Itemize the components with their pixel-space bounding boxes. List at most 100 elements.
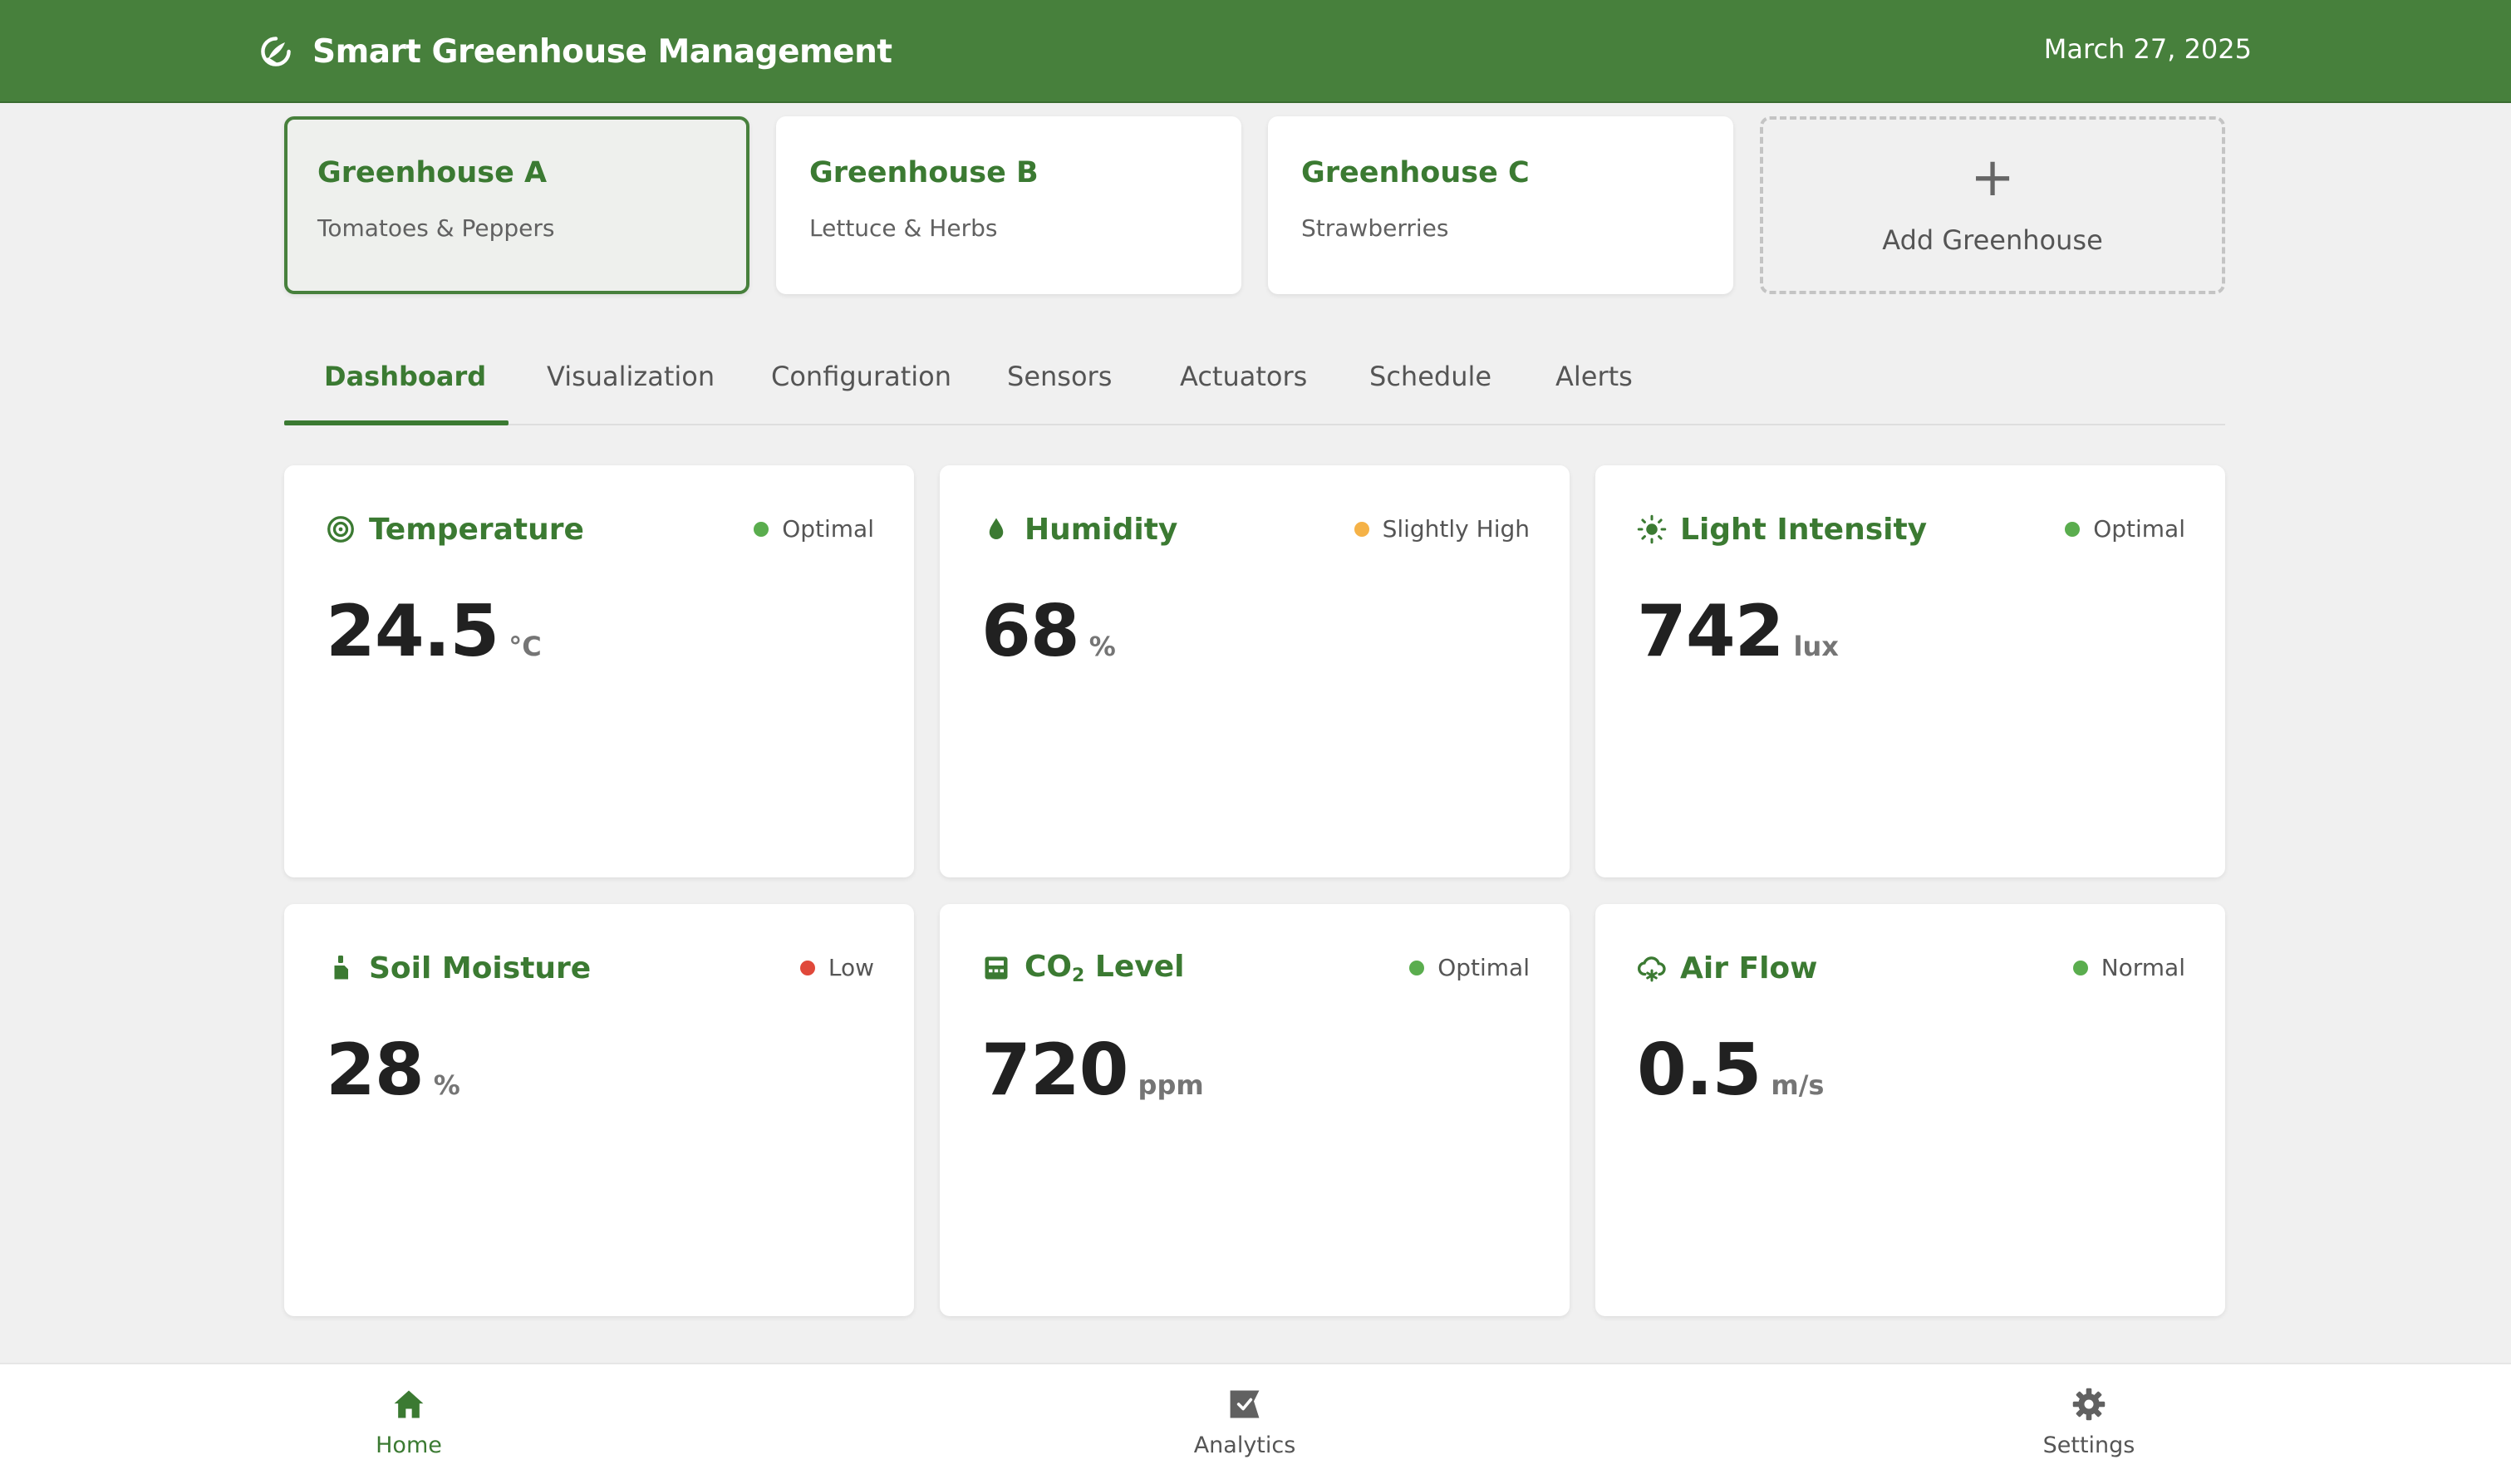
status-badge: Optimal: [754, 515, 874, 543]
tab-alerts[interactable]: Alerts: [1555, 361, 1633, 424]
greenhouse-selector: Greenhouse A Tomatoes & Peppers Greenhou…: [284, 116, 2225, 294]
greenhouse-card-a[interactable]: Greenhouse A Tomatoes & Peppers: [284, 116, 749, 294]
plus-icon: +: [1970, 147, 2015, 209]
metric-value: 742: [1637, 590, 1785, 673]
tab-actuators[interactable]: Actuators: [1180, 361, 1307, 424]
metric-reading: 720 ppm: [981, 1029, 1204, 1112]
title-rest: Level: [1084, 950, 1185, 984]
metric-unit: %: [1088, 631, 1116, 662]
greenhouse-card-c[interactable]: Greenhouse C Strawberries: [1268, 116, 1733, 294]
status-badge: Optimal: [2065, 515, 2185, 543]
greenhouse-name: Greenhouse C: [1301, 156, 1530, 189]
add-greenhouse-button[interactable]: + Add Greenhouse: [1760, 116, 2225, 294]
tab-sensors[interactable]: Sensors: [1007, 361, 1112, 424]
status-text: Optimal: [1437, 954, 1530, 981]
home-icon: [394, 1390, 424, 1418]
nav-label: Settings: [2042, 1432, 2135, 1458]
status-text: Optimal: [2093, 515, 2185, 543]
metric-card-soil-moisture[interactable]: Soil Moisture Low 28 %: [284, 904, 914, 1316]
nav-label: Analytics: [1193, 1432, 1296, 1458]
app-header: Smart Greenhouse Management March 27, 20…: [0, 0, 2511, 103]
metric-title: Temperature: [369, 512, 584, 547]
status-dot-icon: [1354, 521, 1369, 537]
greenhouse-crop: Strawberries: [1301, 214, 1449, 242]
tab-dashboard[interactable]: Dashboard: [324, 361, 486, 424]
status-badge: Optimal: [1409, 954, 1530, 981]
active-tab-indicator: [284, 420, 509, 425]
status-dot-icon: [799, 960, 815, 975]
greenhouse-name: Greenhouse B: [809, 156, 1039, 189]
metric-value: 0.5: [1637, 1029, 1762, 1112]
metric-title: Soil Moisture: [369, 951, 592, 985]
metric-unit: °C: [509, 631, 542, 662]
greenhouse-card-b[interactable]: Greenhouse B Lettuce & Herbs: [776, 116, 1241, 294]
nav-home[interactable]: Home: [317, 1386, 500, 1469]
status-dot-icon: [2065, 521, 2081, 537]
greenhouse-leaf-icon: [261, 37, 291, 66]
metric-card-humidity[interactable]: Humidity Slightly High 68 %: [940, 465, 1570, 877]
sun-icon: [1637, 514, 1667, 544]
metric-value: 24.5: [326, 590, 499, 673]
metric-unit: ppm: [1138, 1069, 1204, 1101]
metric-title: Light Intensity: [1680, 512, 1928, 547]
nav-settings[interactable]: Settings: [1997, 1386, 2180, 1469]
metric-value: 720: [981, 1029, 1129, 1112]
nav-analytics[interactable]: Analytics: [1153, 1386, 1336, 1469]
tab-configuration[interactable]: Configuration: [771, 361, 951, 424]
metric-card-air-flow[interactable]: Air Flow Normal 0.5 m/s: [1595, 904, 2225, 1316]
metric-header: CO2 Level: [981, 947, 1184, 989]
metric-unit: %: [433, 1069, 460, 1101]
brand: Smart Greenhouse Management: [258, 32, 892, 71]
status-text: Normal: [2101, 954, 2185, 981]
metric-card-light-intensity[interactable]: Light Intensity Optimal 742 lux: [1595, 465, 2225, 877]
soil-sensor-icon: [334, 956, 348, 980]
status-badge: Slightly High: [1354, 515, 1530, 543]
section-tabs: Dashboard Visualization Configuration Se…: [284, 349, 2225, 425]
metric-reading: 742 lux: [1637, 590, 1839, 673]
gear-icon: [2072, 1388, 2106, 1421]
status-badge: Normal: [2072, 954, 2185, 981]
metric-card-co2-level[interactable]: CO2 Level Optimal 720 ppm: [940, 904, 1570, 1316]
metric-title: Air Flow: [1680, 951, 1818, 985]
metric-title: CO2 Level: [1025, 950, 1184, 986]
tab-visualization[interactable]: Visualization: [547, 361, 715, 424]
metric-reading: 24.5 °C: [326, 590, 542, 673]
metric-value: 68: [981, 590, 1080, 673]
greenhouse-crop: Tomatoes & Peppers: [317, 214, 555, 242]
metric-value: 28: [326, 1029, 425, 1112]
metric-unit: lux: [1793, 631, 1839, 662]
metric-header: Light Intensity: [1637, 509, 1927, 550]
status-dot-icon: [754, 521, 769, 537]
metric-reading: 28 %: [326, 1029, 460, 1112]
status-text: Optimal: [782, 515, 874, 543]
tab-schedule[interactable]: Schedule: [1369, 361, 1491, 424]
co2-meter-icon: [985, 956, 1008, 980]
status-dot-icon: [1409, 960, 1425, 975]
metric-header: Temperature: [326, 509, 584, 550]
metric-header: Soil Moisture: [326, 947, 591, 989]
bottom-nav: Home Analytics Settings: [0, 1363, 2511, 1484]
metric-reading: 0.5 m/s: [1637, 1029, 1824, 1112]
app-title: Smart Greenhouse Management: [312, 32, 892, 71]
status-text: Slightly High: [1382, 515, 1530, 543]
greenhouse-crop: Lettuce & Herbs: [809, 214, 998, 242]
metric-title: Humidity: [1025, 512, 1178, 547]
nav-label: Home: [376, 1432, 442, 1458]
metric-header: Air Flow: [1637, 947, 1817, 989]
status-dot-icon: [2072, 960, 2088, 975]
greenhouse-name: Greenhouse A: [317, 156, 548, 189]
title-subscript: 2: [1072, 966, 1085, 986]
add-greenhouse-label: Add Greenhouse: [1882, 224, 2103, 256]
status-text: Low: [828, 954, 874, 981]
metric-card-temperature[interactable]: Temperature Optimal 24.5 °C: [284, 465, 914, 877]
metric-header: Humidity: [981, 509, 1177, 550]
target-icon: [327, 516, 354, 543]
header-date: March 27, 2025: [2043, 33, 2252, 65]
metric-reading: 68 %: [981, 590, 1116, 673]
title-main: CO: [1025, 950, 1073, 984]
metric-unit: m/s: [1771, 1069, 1825, 1101]
wind-icon: [1637, 956, 1666, 982]
water-drop-icon: [989, 518, 1004, 539]
status-badge: Low: [799, 954, 874, 981]
analytics-icon: [1230, 1390, 1260, 1418]
